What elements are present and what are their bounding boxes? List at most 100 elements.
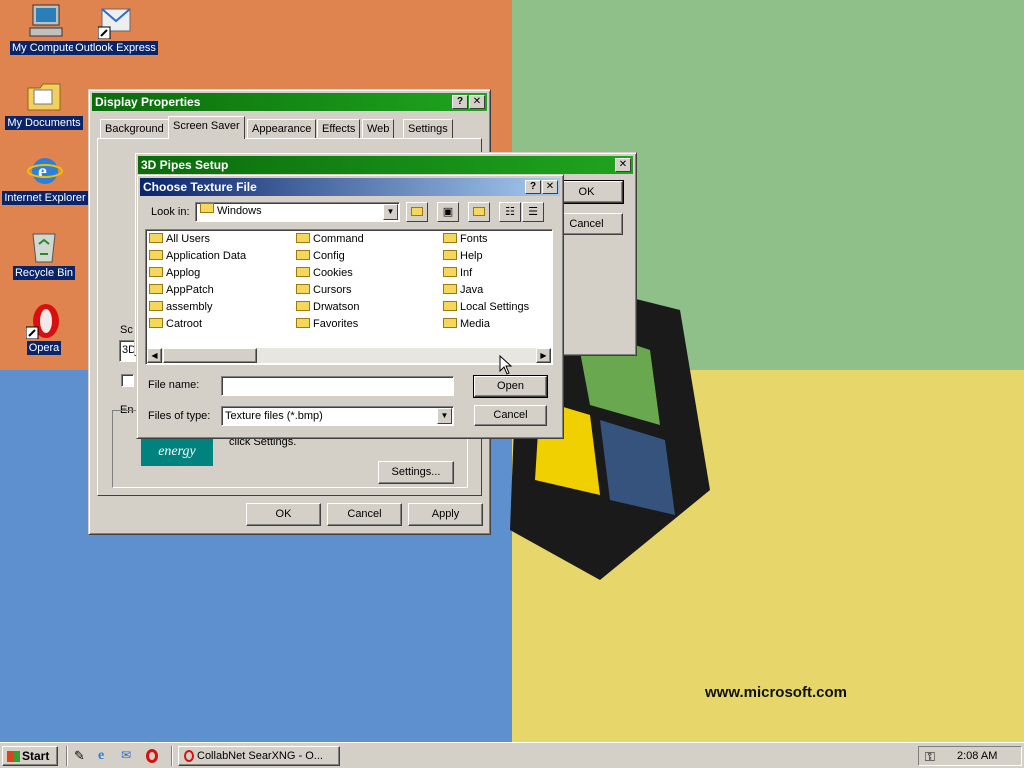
file-name-input[interactable]	[221, 376, 454, 396]
look-in-combo[interactable]: Windows ▼	[195, 202, 400, 222]
ok-button[interactable]: OK	[246, 503, 321, 526]
chevron-down-icon[interactable]: ▼	[437, 408, 452, 424]
chevron-down-icon[interactable]: ▼	[383, 204, 398, 220]
folder-icon	[443, 301, 457, 312]
file-item-label: Help	[460, 250, 483, 262]
files-of-type-value: Texture files (*.bmp)	[225, 410, 323, 422]
details-view-button[interactable]: ☰	[522, 202, 544, 222]
new-folder-button[interactable]	[468, 202, 490, 222]
horizontal-scrollbar[interactable]: ◀ ▶	[147, 348, 551, 363]
apply-button[interactable]: Apply	[408, 503, 483, 526]
desktop-icon-outlook-express[interactable]: Outlook Express	[68, 3, 163, 55]
file-list-item[interactable]: All Users	[149, 233, 210, 245]
files-of-type-combo[interactable]: Texture files (*.bmp) ▼	[221, 406, 454, 426]
outlook-quicklaunch-icon[interactable]: ✉	[121, 748, 137, 764]
file-list-item[interactable]: Applog	[149, 267, 200, 279]
scrollbar-thumb[interactable]	[163, 348, 257, 363]
open-button[interactable]: Open	[473, 375, 548, 398]
file-list-item[interactable]: Media	[443, 318, 490, 330]
file-list-item[interactable]: Config	[296, 250, 345, 262]
documents-folder-icon	[26, 78, 62, 114]
folder-icon	[149, 233, 163, 244]
file-item-label: Config	[313, 250, 345, 262]
file-list-item[interactable]: Cookies	[296, 267, 353, 279]
file-list-item[interactable]: Catroot	[149, 318, 202, 330]
tab-settings[interactable]: Settings	[403, 119, 453, 138]
close-button[interactable]: ✕	[615, 158, 631, 172]
ie-quicklaunch-icon[interactable]: e	[98, 748, 114, 764]
folder-icon	[296, 233, 310, 244]
opera-icon	[184, 750, 194, 763]
show-desktop-icon[interactable]: ✎	[74, 748, 90, 764]
file-list-item[interactable]: Cursors	[296, 284, 352, 296]
list-view-button[interactable]: ☷	[499, 202, 521, 222]
close-button[interactable]: ✕	[469, 95, 485, 109]
folder-icon	[443, 233, 457, 244]
tab-screen-saver[interactable]: Screen Saver	[168, 116, 245, 139]
file-list-item[interactable]: Favorites	[296, 318, 358, 330]
window-title: Choose Texture File	[143, 180, 257, 194]
window-title: 3D Pipes Setup	[141, 158, 229, 172]
desktop-icon-my-documents[interactable]: My Documents	[0, 78, 94, 130]
folder-icon	[443, 250, 457, 261]
ie-icon: e	[27, 153, 63, 189]
folder-icon	[149, 250, 163, 261]
file-item-label: Command	[313, 233, 364, 245]
taskbar-divider	[66, 746, 68, 766]
scroll-right-button[interactable]: ▶	[536, 348, 551, 363]
file-list-item[interactable]: Fonts	[443, 233, 488, 245]
file-item-label: AppPatch	[166, 284, 214, 296]
tab-web[interactable]: Web	[362, 119, 395, 138]
desktop-icon-label: My Documents	[5, 116, 83, 130]
file-item-label: Catroot	[166, 318, 203, 330]
folder-icon	[296, 267, 310, 278]
tab-appearance[interactable]: Appearance	[247, 119, 317, 138]
pipes-setup-titlebar[interactable]: 3D Pipes Setup ✕	[138, 156, 633, 174]
help-button[interactable]: ?	[452, 95, 468, 109]
cancel-button[interactable]: Cancel	[327, 503, 402, 526]
display-properties-titlebar[interactable]: Display Properties ? ✕	[92, 93, 487, 111]
window-title: Display Properties	[95, 95, 201, 109]
look-in-value: Windows	[217, 205, 262, 217]
tab-effects[interactable]: Effects	[317, 119, 361, 138]
file-list-item[interactable]: AppPatch	[149, 284, 214, 296]
file-list-item[interactable]: Drwatson	[296, 301, 359, 313]
energy-settings-button[interactable]: Settings...	[378, 461, 454, 484]
file-item-label: Drwatson	[313, 301, 360, 313]
computer-icon	[27, 3, 63, 39]
opera-quicklaunch-icon[interactable]	[146, 749, 158, 763]
start-button[interactable]: Start	[2, 746, 58, 766]
close-button[interactable]: ✕	[542, 180, 558, 194]
desktop-icon-opera[interactable]: Opera	[0, 303, 94, 355]
file-item-label: All Users	[166, 233, 211, 245]
folder-icon	[296, 284, 310, 295]
desktop-icon-internet-explorer[interactable]: e Internet Explorer	[0, 153, 95, 205]
file-list-item[interactable]: Help	[443, 250, 483, 262]
folder-icon	[296, 301, 310, 312]
file-list-item[interactable]: assembly	[149, 301, 212, 313]
up-folder-icon	[411, 206, 423, 216]
up-folder-button[interactable]	[406, 202, 428, 222]
file-item-label: Media	[460, 318, 490, 330]
desktop-icon-label: Opera	[26, 341, 62, 355]
start-label: Start	[22, 749, 50, 763]
password-checkbox[interactable]	[121, 374, 134, 387]
new-folder-icon	[473, 206, 485, 216]
tab-background[interactable]: Background	[100, 119, 169, 138]
clock[interactable]: 2:08 AM	[957, 750, 997, 762]
taskbar-task-collabnet[interactable]: CollabNet SearXNG - O...	[178, 746, 340, 766]
desktop-icon-recycle-bin[interactable]: Recycle Bin	[0, 228, 94, 280]
scroll-left-button[interactable]: ◀	[147, 348, 162, 363]
texture-cancel-button[interactable]: Cancel	[474, 405, 547, 426]
desktop-button[interactable]: ▣	[437, 202, 459, 222]
file-list-item[interactable]: Command	[296, 233, 364, 245]
choose-texture-titlebar[interactable]: Choose Texture File ? ✕	[140, 178, 560, 196]
file-list-item[interactable]: Inf	[443, 267, 472, 279]
file-item-label: Application Data	[166, 250, 247, 262]
file-list-item[interactable]: Local Settings	[443, 301, 529, 313]
opera-icon	[25, 303, 62, 340]
file-list-item[interactable]: Java	[443, 284, 483, 296]
help-button[interactable]: ?	[525, 180, 541, 194]
file-list-item[interactable]: Application Data	[149, 250, 246, 262]
tray-icon[interactable]: ⚿	[925, 749, 935, 765]
